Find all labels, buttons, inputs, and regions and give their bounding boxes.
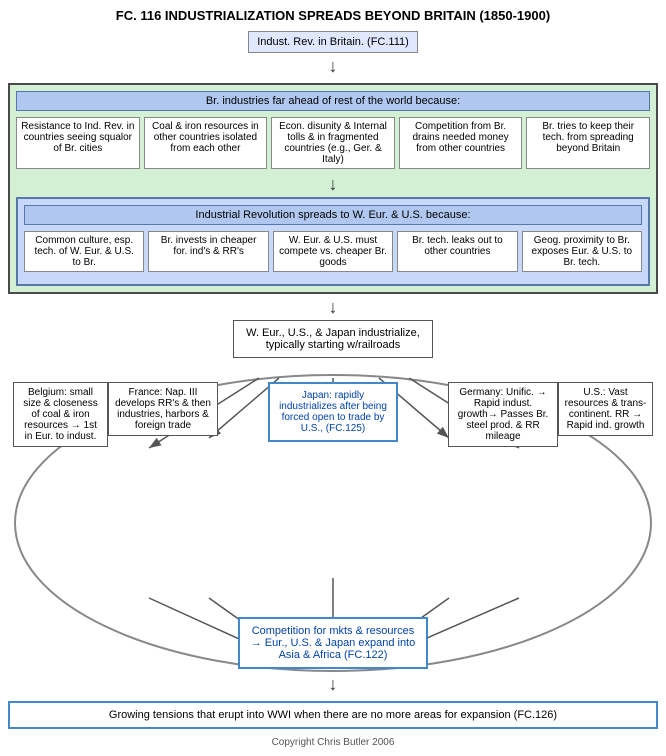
ir-reason-3: W. Eur. & U.S. must compete vs. cheaper … xyxy=(273,231,393,272)
reasons-row: Resistance to Ind. Rev. in countries see… xyxy=(16,117,650,169)
reason-cell-5: Br. tries to keep their tech. from sprea… xyxy=(526,117,650,169)
reason-cell-4: Competition from Br. drains needed money… xyxy=(399,117,523,169)
ir-spreads-header: Industrial Revolution spreads to W. Eur.… xyxy=(24,205,642,225)
arrow-down-2: ↓ xyxy=(16,175,650,193)
belgium-box: Belgium: small size & closeness of coal … xyxy=(13,382,108,447)
center-node: W. Eur., U.S., & Japan industrialize, ty… xyxy=(233,320,433,358)
main-green-box: Br. industries far ahead of rest of the … xyxy=(8,83,658,294)
japan-box: Japan: rapidly industrializes after bein… xyxy=(268,382,398,442)
reason-cell-1: Resistance to Ind. Rev. in countries see… xyxy=(16,117,140,169)
arrow-down-3: ↓ xyxy=(8,298,658,316)
ir-reason-5: Geog. proximity to Br. exposes Eur. & U.… xyxy=(522,231,642,272)
reason-cell-2: Coal & iron resources in other countries… xyxy=(144,117,268,169)
ir-spreads-reasons-row: Common culture, esp. tech. of W. Eur. & … xyxy=(24,231,642,272)
br-industries-header: Br. industries far ahead of rest of the … xyxy=(16,91,650,111)
ir-spreads-box: Industrial Revolution spreads to W. Eur.… xyxy=(16,197,650,286)
bottom-box: Growing tensions that erupt into WWI whe… xyxy=(8,701,658,729)
copyright: Copyright Chris Butler 2006 xyxy=(8,737,658,748)
page-title: FC. 116 INDUSTRIALIZATION SPREADS BEYOND… xyxy=(8,8,658,23)
us-box: U.S.: Vast resources & trans-continent. … xyxy=(558,382,653,436)
france-box: France: Nap. III develops RR's & then in… xyxy=(108,382,218,436)
competition-box: Competition for mkts & resources → Eur.,… xyxy=(238,617,428,669)
indust-rev-node: Indust. Rev. in Britain. (FC.111) xyxy=(248,31,418,53)
ir-reason-1: Common culture, esp. tech. of W. Eur. & … xyxy=(24,231,144,272)
ir-reason-4: Br. tech. leaks out to other countries xyxy=(397,231,517,272)
germany-box: Germany: Unific. → Rapid indust. growth→… xyxy=(448,382,558,447)
ir-reason-2: Br. invests in cheaper for. ind's & RR's xyxy=(148,231,268,272)
arrow-down-1: ↓ xyxy=(329,57,338,75)
reason-cell-3: Econ. disunity & Internal tolls & in fra… xyxy=(271,117,395,169)
